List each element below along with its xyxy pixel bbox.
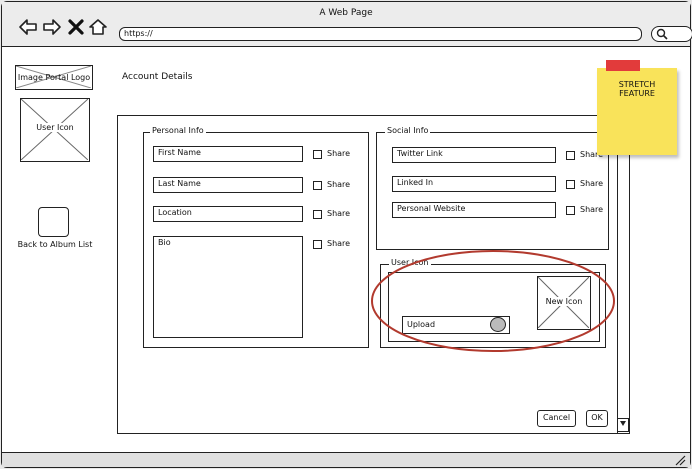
forward-arrow-icon[interactable] <box>42 18 62 36</box>
logo-label: Image Portal Logo <box>17 73 91 82</box>
back-to-album-button[interactable] <box>38 207 69 237</box>
user-icon-label: User Icon <box>31 123 79 132</box>
highlight-ellipse <box>371 250 615 352</box>
share-label: Share <box>327 239 351 248</box>
share-label: Share <box>327 180 351 189</box>
search-field[interactable] <box>651 26 692 42</box>
first-name-field[interactable]: First Name <box>153 146 303 162</box>
home-icon[interactable] <box>88 18 108 36</box>
cancel-button[interactable]: Cancel <box>537 410 576 427</box>
back-arrow-icon[interactable] <box>18 18 38 36</box>
personal-info-legend: Personal Info <box>150 126 206 135</box>
status-bar <box>2 452 690 467</box>
site-logo[interactable]: Image Portal Logo <box>15 65 93 90</box>
close-x-icon[interactable] <box>67 18 87 36</box>
share-location-checkbox[interactable] <box>313 210 322 219</box>
social-info-legend: Social Info <box>385 126 431 135</box>
stretch-feature-sticky-note: STRETCH FEATURE <box>597 68 677 155</box>
share-label: Share <box>580 205 604 214</box>
last-name-field[interactable]: Last Name <box>153 177 303 193</box>
bio-textarea[interactable]: Bio <box>153 236 303 338</box>
back-to-album-label[interactable]: Back to Album List <box>0 240 110 249</box>
browser-toolbar: A Web Page https:// <box>2 2 692 47</box>
share-twitter-checkbox[interactable] <box>566 151 575 160</box>
resize-grip-icon[interactable] <box>674 455 686 469</box>
location-field[interactable]: Location <box>153 206 303 222</box>
search-icon <box>656 28 668 43</box>
user-avatar: User Icon <box>20 98 90 162</box>
sticky-text-line2: FEATURE <box>619 89 655 98</box>
share-website-checkbox[interactable] <box>566 206 575 215</box>
share-first-name-checkbox[interactable] <box>313 150 322 159</box>
share-label: Share <box>580 179 604 188</box>
share-bio-checkbox[interactable] <box>313 240 322 249</box>
share-last-name-checkbox[interactable] <box>313 181 322 190</box>
share-label: Share <box>327 209 351 218</box>
window-title: A Web Page <box>319 8 373 18</box>
twitter-link-field[interactable]: Twitter Link <box>392 147 556 163</box>
share-linkedin-checkbox[interactable] <box>566 180 575 189</box>
ok-button[interactable]: OK <box>586 410 608 427</box>
url-input[interactable]: https:// <box>119 27 642 41</box>
share-label: Share <box>327 149 351 158</box>
sticky-text-line1: STRETCH <box>618 80 656 89</box>
page-title: Account Details <box>122 72 193 82</box>
scroll-down-button[interactable] <box>617 418 629 432</box>
vertical-scrollbar[interactable] <box>617 116 629 433</box>
chevron-down-icon <box>620 421 626 426</box>
linkedin-field[interactable]: Linked In <box>392 176 556 192</box>
personal-website-field[interactable]: Personal Website <box>392 202 556 218</box>
sticky-tape <box>606 60 640 71</box>
